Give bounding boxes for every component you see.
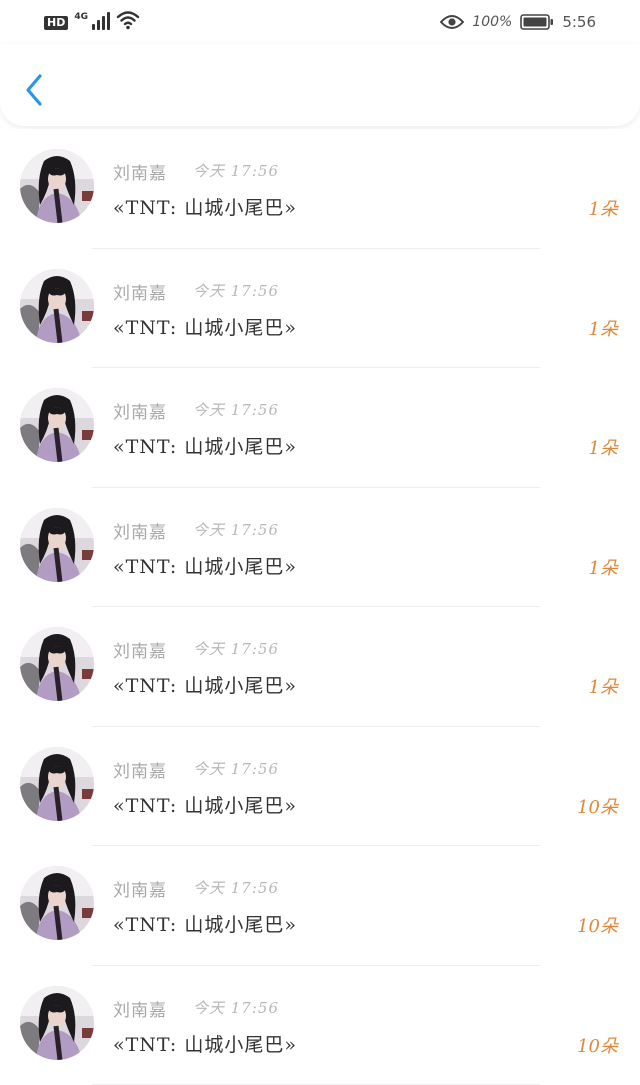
flower-count: 10朵 — [577, 1032, 618, 1058]
flower-count: 10朵 — [577, 793, 618, 819]
status-bar: HD 4G 100% 5:56 — [0, 0, 640, 44]
list-item[interactable]: 刘南嘉 今天 17:56 «TNT: 山城小尾巴» 1朵 — [0, 249, 640, 369]
status-left: HD 4G — [44, 10, 140, 30]
avatar[interactable] — [20, 627, 94, 701]
flower-count: 1朵 — [589, 315, 618, 341]
work-title: «TNT: 山城小尾巴» — [113, 552, 297, 579]
flower-count: 1朵 — [589, 434, 618, 460]
sender-name: 刘南嘉 — [113, 159, 167, 184]
work-title: «TNT: 山城小尾巴» — [113, 671, 297, 698]
list-item[interactable]: 刘南嘉 今天 17:56 «TNT: 山城小尾巴» 1朵 — [0, 368, 640, 488]
send-time: 今天 17:56 — [193, 399, 279, 420]
clock: 5:56 — [562, 13, 596, 31]
sender-name: 刘南嘉 — [113, 876, 167, 901]
list-item[interactable]: 刘南嘉 今天 17:56 «TNT: 山城小尾巴» 1朵 — [0, 607, 640, 727]
work-title: «TNT: 山城小尾巴» — [113, 313, 297, 340]
nav-header — [0, 44, 640, 126]
work-title: «TNT: 山城小尾巴» — [113, 193, 297, 220]
send-time: 今天 17:56 — [193, 519, 279, 540]
list-item[interactable]: 刘南嘉 今天 17:56 «TNT: 山城小尾巴» 10朵 — [0, 966, 640, 1085]
list-item[interactable]: 刘南嘉 今天 17:56 «TNT: 山城小尾巴» 10朵 — [0, 846, 640, 966]
network-type-label: 4G — [74, 12, 88, 22]
avatar[interactable] — [20, 269, 94, 343]
list-item[interactable]: 刘南嘉 今天 17:56 «TNT: 山城小尾巴» 1朵 — [0, 488, 640, 608]
send-time: 今天 17:56 — [193, 160, 279, 181]
list-item[interactable]: 刘南嘉 今天 17:56 «TNT: 山城小尾巴» 1朵 — [0, 129, 640, 249]
send-time: 今天 17:56 — [193, 280, 279, 301]
send-time: 今天 17:56 — [193, 877, 279, 898]
signal-icon — [92, 10, 110, 30]
sender-name: 刘南嘉 — [113, 398, 167, 423]
sender-name: 刘南嘉 — [113, 518, 167, 543]
avatar[interactable] — [20, 149, 94, 223]
hd-badge: HD — [44, 16, 68, 30]
work-title: «TNT: 山城小尾巴» — [113, 791, 297, 818]
send-time: 今天 17:56 — [193, 997, 279, 1018]
eye-icon — [440, 13, 464, 31]
avatar[interactable] — [20, 747, 94, 821]
sender-name: 刘南嘉 — [113, 757, 167, 782]
flower-count: 1朵 — [589, 554, 618, 580]
flower-count: 1朵 — [589, 195, 618, 221]
send-time: 今天 17:56 — [193, 758, 279, 779]
flower-count: 10朵 — [577, 912, 618, 938]
sender-name: 刘南嘉 — [113, 279, 167, 304]
send-time: 今天 17:56 — [193, 638, 279, 659]
work-title: «TNT: 山城小尾巴» — [113, 432, 297, 459]
sender-name: 刘南嘉 — [113, 996, 167, 1021]
sender-name: 刘南嘉 — [113, 637, 167, 662]
avatar[interactable] — [20, 986, 94, 1060]
list-item[interactable]: 刘南嘉 今天 17:56 «TNT: 山城小尾巴» 10朵 — [0, 727, 640, 847]
flower-count: 1朵 — [589, 673, 618, 699]
battery-percent: 100% — [472, 14, 512, 30]
work-title: «TNT: 山城小尾巴» — [113, 910, 297, 937]
status-right: 100% 5:56 — [440, 10, 596, 34]
work-title: «TNT: 山城小尾巴» — [113, 1030, 297, 1057]
avatar[interactable] — [20, 866, 94, 940]
wifi-icon — [116, 10, 140, 30]
battery-icon — [520, 14, 554, 30]
gift-record-list: 刘南嘉 今天 17:56 «TNT: 山城小尾巴» 1朵 刘南嘉 今天 17:5… — [0, 129, 640, 1085]
avatar[interactable] — [20, 388, 94, 462]
chevron-left-icon[interactable] — [20, 70, 50, 110]
avatar[interactable] — [20, 508, 94, 582]
